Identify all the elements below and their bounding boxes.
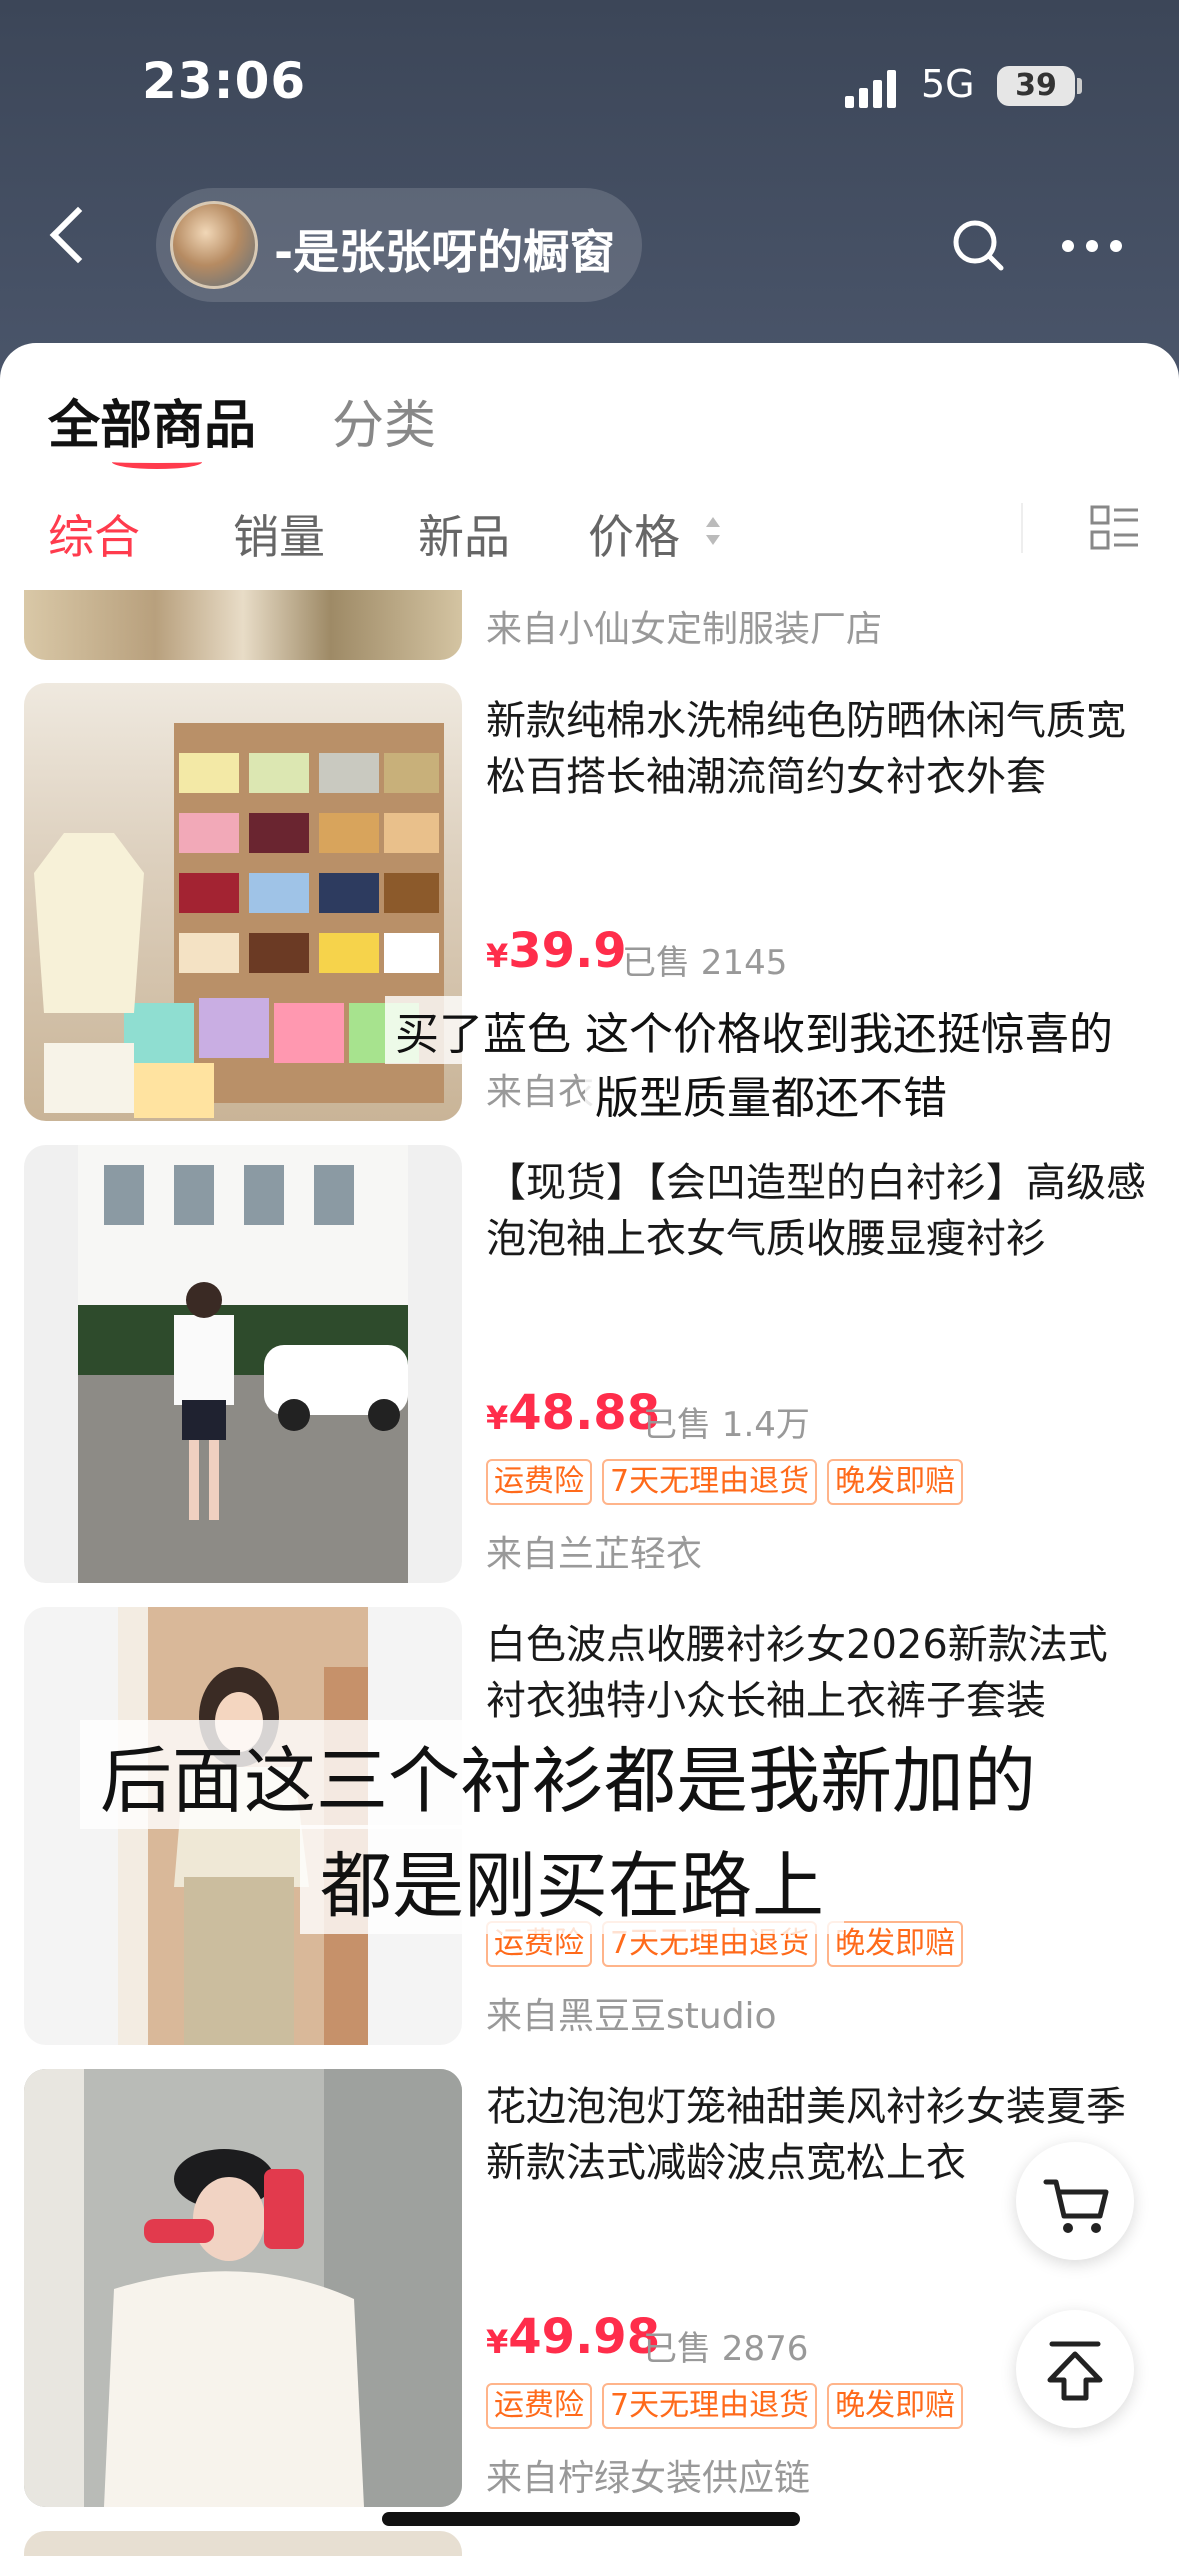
tag-freight-insurance: 运费险 [486, 2383, 592, 2429]
video-caption: 都是刚买在路上 [300, 1825, 845, 1934]
elevator-selfie-photo [24, 2069, 462, 2507]
cart-button[interactable] [1016, 2142, 1134, 2260]
back-to-top-icon [1047, 2341, 1103, 2401]
list-layout-icon[interactable] [1090, 505, 1140, 551]
network-type: 5G [921, 62, 975, 106]
product-price: ¥48.88 [486, 1385, 661, 1441]
sold-count: 已售 1.4万 [643, 1405, 810, 1445]
video-caption: 后面这三个衬衫都是我新加的 [80, 1720, 1057, 1829]
tag-late-compensation: 晚发即赔 [827, 1921, 964, 1967]
product-title[interactable]: 【现货】【会凹造型的白衬衫】高级感泡泡袖上衣女气质收腰显瘦衬衫 [486, 1155, 1146, 1267]
product-image[interactable] [24, 1145, 462, 1583]
shop-name: -是张张呀的橱窗 [274, 225, 616, 279]
sort-arrows-icon [706, 517, 720, 545]
service-tags: 运费险 7天无理由退货 晚发即赔 [486, 2383, 964, 2429]
cart-icon [1043, 2179, 1109, 2233]
signal-icon [845, 68, 905, 108]
service-tags: 运费险 7天无理由退货 晚发即赔 [486, 1459, 964, 1505]
shop-source[interactable]: 来自柠绿女装供应链 [486, 2449, 810, 2501]
product-image[interactable] [24, 2531, 462, 2556]
more-icon[interactable] [1062, 240, 1122, 254]
home-indicator[interactable] [382, 2512, 800, 2526]
product-image[interactable] [24, 590, 462, 660]
product-title[interactable]: 白色波点收腰衬衫女2026新款法式衬衣独特小众长袖上衣裤子套装 [486, 1617, 1146, 1729]
tab-active-indicator [112, 455, 202, 469]
street-photo [78, 1145, 408, 1583]
product-price: ¥39.9 [486, 923, 627, 979]
tag-7-day-return: 7天无理由退货 [602, 2383, 818, 2429]
tag-late-compensation: 晚发即赔 [827, 2383, 964, 2429]
search-icon[interactable] [951, 218, 1005, 272]
back-arrow-icon[interactable] [49, 206, 107, 264]
battery-tip [1077, 78, 1082, 94]
product-title[interactable]: 新款纯棉水洗棉纯色防晒休闲气质宽松百搭长袖潮流简约女衬衣外套 [486, 693, 1146, 805]
sort-price[interactable]: 价格 [588, 501, 680, 567]
product-price: ¥49.98 [486, 2309, 661, 2365]
tab-all-products[interactable]: 全部商品 [48, 383, 256, 458]
shop-source[interactable]: 来自黑豆豆studio [486, 1987, 777, 2039]
video-caption: 买了蓝色 这个价格收到我还挺惊喜的 [385, 996, 1123, 1064]
tab-category[interactable]: 分类 [332, 383, 436, 458]
tag-freight-insurance: 运费险 [486, 1459, 592, 1505]
status-time: 23:06 [142, 52, 307, 110]
tag-7-day-return: 7天无理由退货 [602, 1459, 818, 1505]
shop-source[interactable]: 来自兰芷轻衣 [486, 1525, 702, 1577]
header-background: 23:06 5G 39 -是张张呀的橱窗 [0, 0, 1179, 380]
battery-icon: 39 [997, 66, 1075, 106]
sort-sales[interactable]: 销量 [233, 501, 325, 567]
sort-new[interactable]: 新品 [418, 501, 510, 567]
sort-comprehensive[interactable]: 综合 [48, 501, 140, 567]
divider [1021, 503, 1023, 553]
back-to-top-button[interactable] [1016, 2310, 1134, 2428]
product-image[interactable] [24, 2069, 462, 2507]
shop-source[interactable]: 来自衣 [486, 1063, 594, 1115]
sold-count: 已售 2876 [643, 2329, 809, 2369]
avatar [170, 201, 258, 289]
sold-count: 已售 2145 [622, 943, 788, 983]
shop-source[interactable]: 来自小仙女定制服装厂店 [486, 600, 882, 652]
shop-pill[interactable]: -是张张呀的橱窗 [156, 188, 642, 302]
video-caption: 版型质量都还不错 [585, 1060, 957, 1128]
tag-late-compensation: 晚发即赔 [827, 1459, 964, 1505]
